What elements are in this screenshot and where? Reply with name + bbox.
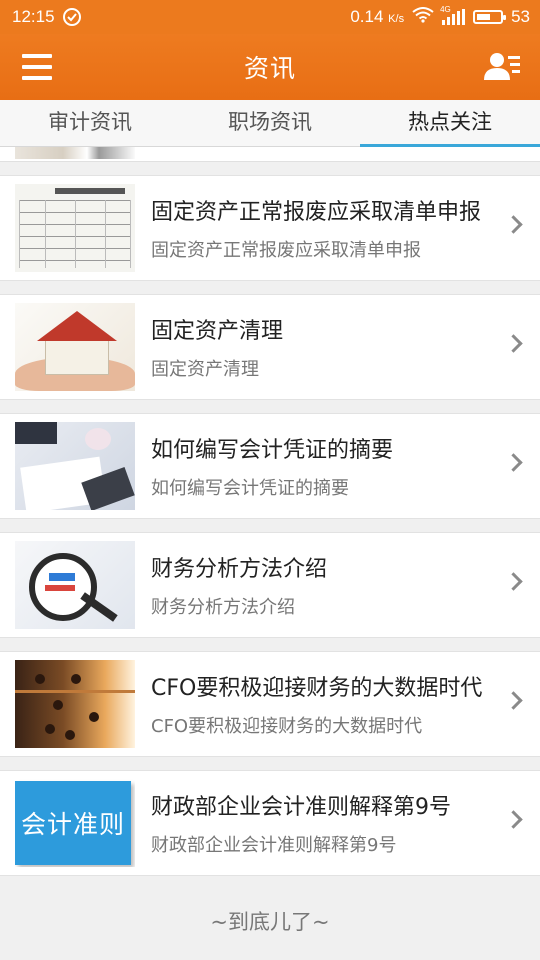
- user-list-icon[interactable]: [484, 50, 522, 84]
- house-in-hands-thumbnail: [15, 303, 135, 391]
- list-item[interactable]: 如何编写会计凭证的摘要 如何编写会计凭证的摘要: [0, 413, 540, 519]
- list-item[interactable]: 财务分析方法介绍 财务分析方法介绍: [0, 532, 540, 638]
- hamburger-menu-icon[interactable]: [22, 54, 52, 80]
- item-title: 财政部企业会计准则解释第9号: [151, 795, 451, 820]
- item-subtitle: 财政部企业会计准则解释第9号: [151, 835, 397, 856]
- news-list: 固定资产正常报废应采取清单申报 固定资产正常报废应采取清单申报 固定资产清理 固…: [0, 147, 540, 889]
- status-bar: 12:15 0.14 K/s 4G 53: [0, 0, 540, 34]
- wifi-icon: [412, 6, 434, 28]
- chevron-right-icon: [504, 215, 523, 234]
- item-title: 固定资产清理: [151, 319, 284, 344]
- list-item[interactable]: 会计准则 财政部企业会计准则解释第9号 财政部企业会计准则解释第9号: [0, 770, 540, 876]
- list-item[interactable]: 固定资产正常报废应采取清单申报 固定资产正常报废应采取清单申报: [0, 175, 540, 281]
- form-document-thumbnail: [15, 184, 135, 272]
- item-title: 如何编写会计凭证的摘要: [151, 438, 394, 463]
- item-subtitle: 固定资产清理: [151, 359, 259, 380]
- chevron-right-icon: [504, 572, 523, 591]
- chevron-right-icon: [504, 334, 523, 353]
- chevron-right-icon: [504, 691, 523, 710]
- thumbnail-text: 会计准则: [15, 781, 131, 865]
- abacus-thumbnail: [15, 660, 135, 748]
- signal-icon: 4G: [440, 5, 466, 25]
- item-subtitle: CFO要积极迎接财务的大数据时代: [151, 716, 423, 737]
- magnifier-chart-thumbnail: [15, 541, 135, 629]
- network-type: 4G: [440, 5, 451, 14]
- clock: 12:15: [12, 7, 55, 26]
- item-title: CFO要积极迎接财务的大数据时代: [151, 676, 483, 701]
- chevron-right-icon: [504, 453, 523, 472]
- battery-percent: 53: [511, 7, 530, 26]
- tab-hot-topics[interactable]: 热点关注: [360, 100, 540, 147]
- list-item[interactable]: CFO要积极迎接财务的大数据时代 CFO要积极迎接财务的大数据时代: [0, 651, 540, 757]
- chevron-right-icon: [504, 810, 523, 829]
- accounting-standards-thumbnail: 会计准则: [15, 779, 135, 867]
- app-bar: 资讯: [0, 34, 540, 100]
- item-title: 财务分析方法介绍: [151, 557, 328, 582]
- tab-bar: 审计资讯 职场资讯 热点关注: [0, 100, 540, 147]
- thumbnail-image: [15, 147, 135, 159]
- page-title: 资讯: [243, 54, 296, 83]
- network-speed: 0.14 K/s: [350, 7, 405, 26]
- battery-icon: [473, 10, 507, 24]
- list-item[interactable]: 固定资产清理 固定资产清理: [0, 294, 540, 400]
- check-circle-icon: [62, 8, 81, 26]
- tab-audit-news[interactable]: 审计资讯: [0, 100, 180, 146]
- item-subtitle: 财务分析方法介绍: [151, 597, 295, 618]
- tab-workplace-news[interactable]: 职场资讯: [180, 100, 360, 146]
- item-subtitle: 如何编写会计凭证的摘要: [151, 478, 349, 499]
- writing-calculator-thumbnail: [15, 422, 135, 510]
- item-subtitle: 固定资产正常报废应采取清单申报: [151, 240, 421, 261]
- end-of-list-text: ~到底儿了~: [210, 910, 330, 934]
- list-item-partial[interactable]: [0, 147, 540, 162]
- item-title: 固定资产正常报废应采取清单申报: [151, 200, 482, 225]
